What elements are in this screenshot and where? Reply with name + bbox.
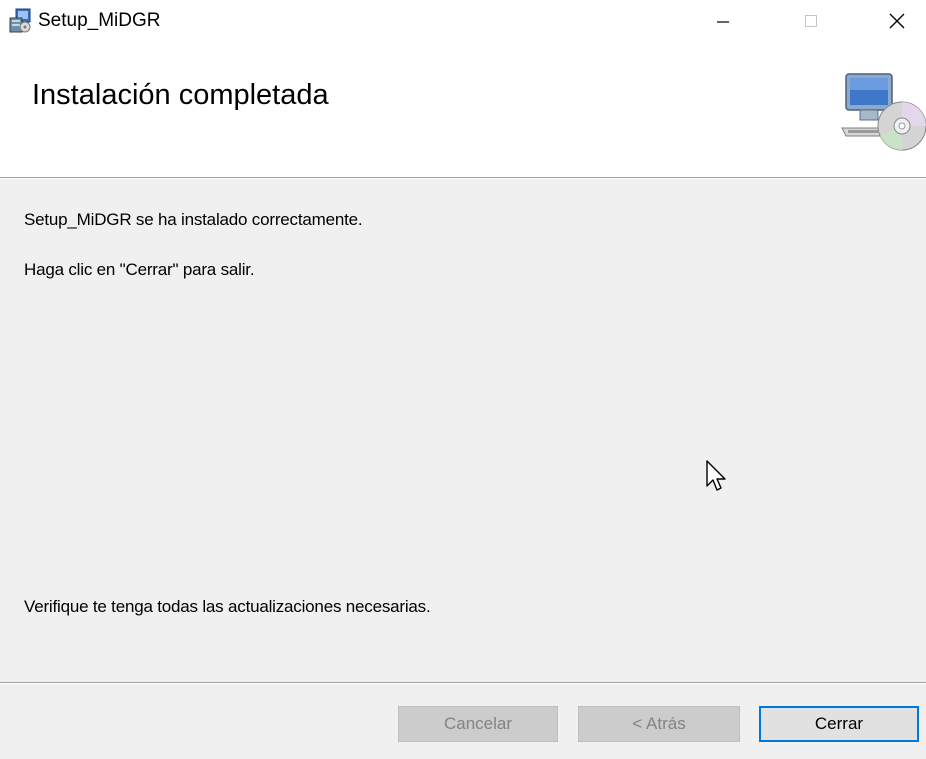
footer-divider-highlight	[0, 683, 926, 684]
installer-window: Setup_MiDGR Instalación completada Setup…	[0, 0, 926, 759]
maximize-button[interactable]	[782, 0, 840, 46]
header-divider-highlight	[0, 178, 926, 179]
mouse-pointer-icon	[706, 460, 728, 494]
cancel-button[interactable]: Cancelar	[398, 706, 558, 742]
header-banner: Instalación completada	[0, 46, 926, 177]
maximize-icon	[803, 13, 819, 34]
update-reminder: Verifique te tenga todas las actualizaci…	[24, 597, 431, 616]
back-button[interactable]: < Atrás	[578, 706, 740, 742]
title-bar[interactable]: Setup_MiDGR	[0, 0, 926, 46]
instruction-message: Haga clic en "Cerrar" para salir.	[24, 260, 255, 279]
success-message: Setup_MiDGR se ha instalado correctament…	[24, 210, 363, 229]
minimize-button[interactable]	[694, 0, 752, 46]
window-title: Setup_MiDGR	[38, 10, 161, 31]
close-button[interactable]: Cerrar	[759, 706, 919, 742]
close-window-button[interactable]	[868, 0, 926, 46]
page-title: Instalación completada	[32, 79, 329, 111]
installer-app-icon	[8, 8, 32, 34]
computer-cd-icon	[840, 70, 926, 156]
close-icon	[888, 12, 906, 35]
minimize-icon	[715, 13, 731, 34]
